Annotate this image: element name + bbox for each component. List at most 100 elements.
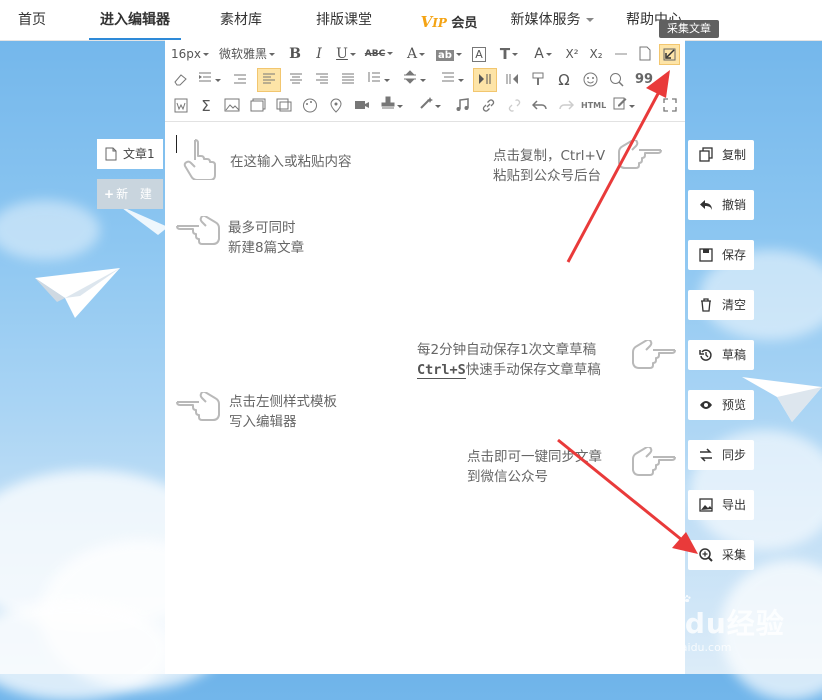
map-button[interactable] <box>325 95 347 117</box>
copy-button[interactable]: 复制 <box>688 140 754 170</box>
vip-logo-ip: IP <box>432 16 447 30</box>
collect-button[interactable]: 采集 <box>688 540 754 570</box>
undo-action-label: 撤销 <box>722 198 747 212</box>
undo-action-button[interactable]: 撤销 <box>688 190 754 220</box>
justify-button[interactable] <box>337 69 359 91</box>
sync-button[interactable]: 同步 <box>688 440 754 470</box>
font-color-glyph: A <box>406 46 418 62</box>
swap-arrows-icon <box>700 448 712 462</box>
bg-color-button[interactable]: ab <box>435 43 463 65</box>
strikethrough-button[interactable]: ABC <box>363 43 395 65</box>
list-button[interactable] <box>437 69 467 91</box>
eraser-icon <box>174 74 187 86</box>
map-pin-icon <box>330 98 342 113</box>
horizontal-rule-button[interactable] <box>611 43 631 65</box>
nav-classroom[interactable]: 排版课堂 <box>313 0 375 40</box>
link-icon <box>482 99 494 112</box>
underline-button[interactable]: U <box>333 43 359 65</box>
font-size-select[interactable]: 16px <box>169 43 211 65</box>
paper-plane-small <box>118 205 168 235</box>
indent-button[interactable] <box>195 69 223 91</box>
underline-glyph: U <box>336 46 348 62</box>
zoom-in-icon <box>699 548 713 562</box>
stamp-button[interactable] <box>377 95 407 117</box>
images-icon <box>250 98 266 112</box>
word-import-button[interactable] <box>171 95 191 117</box>
preview-button-label: 预览 <box>722 398 747 412</box>
clear-button-label: 清空 <box>722 298 747 312</box>
ltr-icon <box>479 74 491 84</box>
outdent-button[interactable] <box>229 69 251 91</box>
text-style-button[interactable]: T <box>495 43 523 65</box>
font-family-select[interactable]: 微软雅黑 <box>217 43 277 65</box>
palette-button[interactable] <box>299 95 321 117</box>
html-source-button[interactable]: HTML <box>581 95 606 117</box>
superscript-button[interactable]: X² <box>561 43 583 65</box>
special-char-button[interactable]: Ω <box>553 69 575 91</box>
undo-button[interactable] <box>529 95 551 117</box>
frame-button[interactable] <box>273 95 295 117</box>
pointing-hand-right-icon <box>618 140 662 169</box>
eraser-button[interactable] <box>171 69 191 91</box>
search-icon <box>609 73 624 87</box>
nav-materials[interactable]: 素材库 <box>218 0 264 40</box>
fullscreen-icon <box>663 98 677 112</box>
paragraph-spacing-button[interactable] <box>399 69 429 91</box>
list-icon <box>442 72 454 82</box>
nav-editor[interactable]: 进入编辑器 <box>89 0 181 40</box>
line-height-button[interactable] <box>363 69 393 91</box>
page-icon <box>639 46 651 61</box>
new-page-button[interactable] <box>635 43 655 65</box>
align-center-button[interactable] <box>285 69 307 91</box>
preview-button[interactable]: 预览 <box>688 390 754 420</box>
image-icon <box>224 98 240 112</box>
strike-glyph: ABC <box>364 49 386 59</box>
collect-article-button[interactable] <box>659 44 680 65</box>
chevron-down-icon <box>585 18 594 22</box>
magic-wand-icon <box>420 97 433 109</box>
emoji-button[interactable] <box>579 69 601 91</box>
hint-template-line2: 写入编辑器 <box>229 414 297 430</box>
format-painter-button[interactable] <box>527 69 549 91</box>
line-height-icon <box>368 72 380 82</box>
magic-wand-button[interactable] <box>415 95 445 117</box>
search-replace-button[interactable] <box>605 69 627 91</box>
hint-sync: 点击即可一键同步文章 到微信公众号 <box>467 447 602 487</box>
font-size-value: 16px <box>171 47 201 61</box>
italic-button[interactable]: I <box>309 43 329 65</box>
nav-vip[interactable]: VIP 会员 <box>418 2 480 42</box>
edit-menu-button[interactable] <box>609 95 639 117</box>
unlink-button[interactable] <box>503 95 525 117</box>
reply-icon <box>700 200 712 210</box>
text-direction-ltr-button[interactable] <box>473 68 497 92</box>
blockquote-button[interactable]: 99 <box>633 69 655 91</box>
bold-button[interactable]: B <box>285 43 305 65</box>
image-button[interactable] <box>221 95 243 117</box>
subscript-button[interactable]: X₂ <box>585 43 607 65</box>
nav-home[interactable]: 首页 <box>17 0 47 40</box>
formula-button[interactable]: Σ <box>195 95 217 117</box>
font-color-button[interactable]: A <box>403 43 429 65</box>
video-button[interactable] <box>351 95 373 117</box>
text-border-button[interactable]: A <box>469 43 489 65</box>
doc-tab[interactable]: 文章1 <box>97 139 163 169</box>
text-direction-rtl-button[interactable] <box>501 69 523 91</box>
align-right-button[interactable] <box>311 69 333 91</box>
redo-button[interactable] <box>555 95 577 117</box>
music-button[interactable] <box>451 95 473 117</box>
link-button[interactable] <box>477 95 499 117</box>
clear-button[interactable]: 清空 <box>688 290 754 320</box>
export-button[interactable]: 导出 <box>688 490 754 520</box>
draft-button[interactable]: 草稿 <box>688 340 754 370</box>
pointing-hand-left-icon <box>176 392 220 421</box>
fullscreen-button[interactable] <box>659 95 681 117</box>
new-article-button[interactable]: + 新 建 <box>97 179 163 209</box>
pointing-hand-left-icon <box>176 216 220 245</box>
rtl-icon <box>506 74 518 84</box>
hint-save-line2: Ctrl+S快速手动保存文章草稿 <box>417 360 601 380</box>
letter-spacing-button[interactable]: A <box>529 43 557 65</box>
nav-services[interactable]: 新媒体服务 <box>506 0 598 40</box>
multi-image-button[interactable] <box>247 95 269 117</box>
align-left-button[interactable] <box>257 68 281 92</box>
save-button[interactable]: 保存 <box>688 240 754 270</box>
